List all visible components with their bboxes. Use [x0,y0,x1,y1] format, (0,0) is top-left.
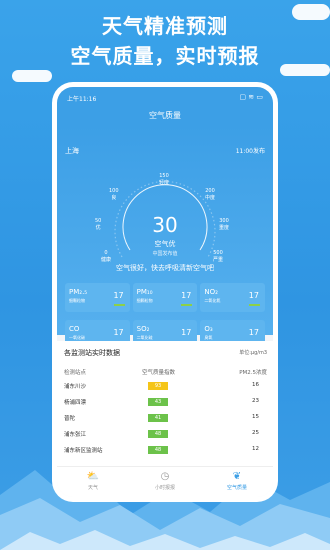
cloud-decoration [280,64,330,76]
phone-frame: 上午11:16 ▢ ≋ ▭ 空气质量 上海 11:00发布 30 空气优 中国发… [57,87,273,497]
table-row[interactable]: 浦东川沙 93 16 [64,382,267,392]
stations-title: 各监测站实时数据 [64,349,120,357]
table-row[interactable]: 杨浦四漂 43 23 [64,398,267,408]
pollutant-card[interactable]: NO₂ 二氧化氮 17 [200,283,265,312]
scale-150: 150 轻度 [159,173,170,186]
promo-title: 天气精准预测 [102,14,228,38]
tab-weather[interactable]: ⛅ 天气 [57,467,129,497]
scale-50: 50 优 [95,218,102,231]
scale-300: 300 重度 [219,218,230,231]
stations-unit: 单位:μg/m3 [239,350,267,356]
leaf-icon: ❦ [232,471,242,482]
status-icons: ▢ ≋ ▭ [239,93,263,101]
page-title: 空气质量 [57,107,273,125]
weather-icon: ⛅ [86,471,100,482]
bottom-tab-bar: ⛅ 天气 ◷ 小时报报 ❦ 空气质量 [57,466,273,497]
scale-100: 100 良 [109,188,119,201]
health-tip: 空气很好，快去呼吸清新空气吧 [116,264,214,272]
publish-time: 11:00发布 [235,148,265,155]
aqi-level: 空气优 [154,240,176,248]
cloud-decoration [12,70,52,82]
app-promo-screen: { "promo": { "line1": "天气精准预测", "line2":… [0,0,330,550]
pollutant-card[interactable]: PM₁₀ 细颗粒物 17 [132,283,198,312]
status-bar: 上午11:16 ▢ ≋ ▭ [57,87,273,107]
scale-500: 500 严重 [213,250,224,263]
scale-200: 200 中度 [205,188,216,201]
promo-subtitle: 空气质量，实时预报 [70,44,260,68]
table-row[interactable]: 浦东张江 48 25 [64,430,267,440]
aqi-gauge: 30 空气优 中国发布值 0 健康 50 优 100 良 150 轻度 200 中度 30… [95,155,235,295]
table-row[interactable]: 普陀 41 15 [64,414,267,424]
aqi-hero: 上海 11:00发布 30 空气优 中国发布值 0 健康 50 优 100 良 150… [57,125,273,349]
clock-icon: ◷ [160,471,170,482]
status-time: 上午11:16 [67,96,97,103]
table-row[interactable]: 浦东新区监测站 48 12 [64,446,267,456]
scale-0: 0 健康 [101,250,112,263]
tab-air-quality[interactable]: ❦ 空气质量 [201,467,273,497]
pollutant-card[interactable]: PM₂.₅ 细颗粒物 17 [65,283,130,312]
tab-hourly[interactable]: ◷ 小时报报 [129,467,201,497]
aqi-value: 30 [152,213,178,237]
stations-card: 各监测站实时数据 单位:μg/m3 检测站点 空气质量指数 PM2.5浓度 浦东… [57,341,273,471]
cloud-decoration [292,4,330,20]
city-label[interactable]: 上海 [65,146,79,156]
